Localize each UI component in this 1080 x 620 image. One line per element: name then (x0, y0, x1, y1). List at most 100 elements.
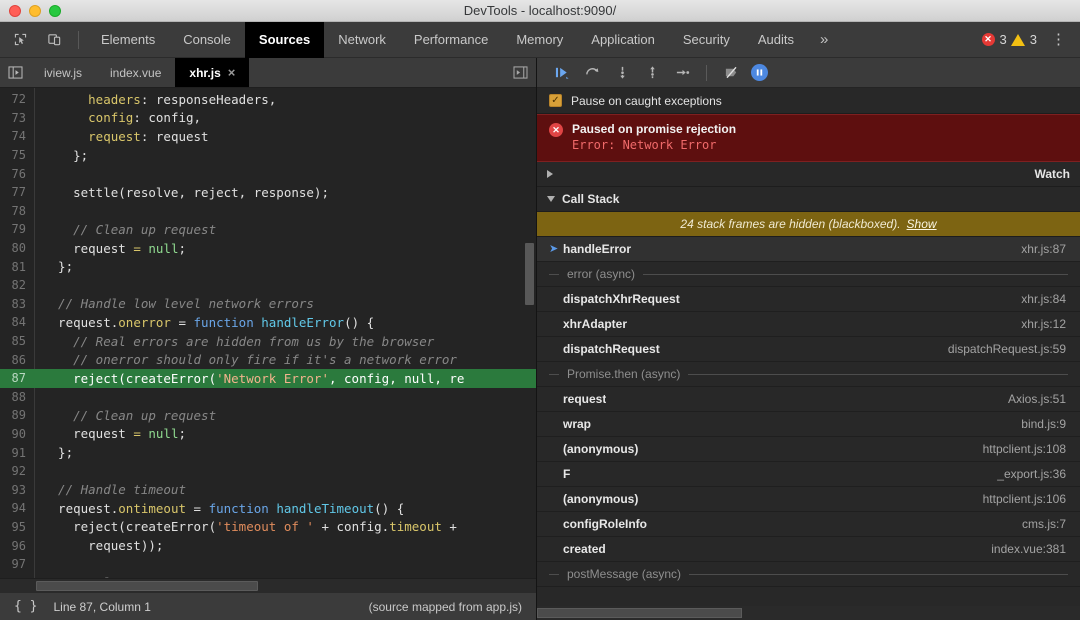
sidebar-horizontal-scrollbar-thumb[interactable] (537, 608, 742, 618)
code-line[interactable]: 72 headers: responseHeaders, (0, 90, 536, 109)
line-number[interactable]: 88 (0, 390, 34, 404)
tab-sources[interactable]: Sources (245, 22, 324, 58)
code-line[interactable]: 90 request = null; (0, 425, 536, 444)
inspect-element-icon[interactable] (6, 27, 34, 53)
tab-security[interactable]: Security (669, 22, 744, 58)
more-tabs-button[interactable]: » (808, 22, 840, 58)
deactivate-breakpoints-icon[interactable] (718, 61, 744, 85)
editor-vertical-scrollbar[interactable] (525, 243, 534, 305)
call-stack-frame[interactable]: dispatchRequestdispatchRequest.js:59 (537, 337, 1080, 362)
line-number[interactable]: 79 (0, 222, 34, 236)
line-number[interactable]: 77 (0, 185, 34, 199)
line-number[interactable]: 80 (0, 241, 34, 255)
code-editor[interactable]: 72 headers: responseHeaders,73 config: c… (0, 88, 536, 578)
line-number[interactable]: 83 (0, 297, 34, 311)
device-toolbar-icon[interactable] (40, 27, 68, 53)
tab-audits[interactable]: Audits (744, 22, 808, 58)
show-navigator-icon[interactable] (0, 58, 30, 87)
code-line[interactable]: 94 request.ontimeout = function handleTi… (0, 499, 536, 518)
step-into-icon[interactable] (609, 61, 635, 85)
line-number[interactable]: 78 (0, 204, 34, 218)
tab-memory[interactable]: Memory (502, 22, 577, 58)
step-icon[interactable] (669, 61, 695, 85)
code-line[interactable]: 87 reject(createError('Network Error', c… (0, 369, 536, 388)
warning-count-badge[interactable]: 3 (1011, 32, 1037, 47)
file-tab-index-vue[interactable]: index.vue (96, 58, 175, 87)
editor-horizontal-scrollbar-track[interactable] (0, 578, 536, 592)
tab-performance[interactable]: Performance (400, 22, 502, 58)
call-stack-frame[interactable]: xhrAdapterxhr.js:12 (537, 312, 1080, 337)
code-line[interactable]: 81 }; (0, 257, 536, 276)
resume-icon[interactable] (549, 61, 575, 85)
file-tab-xhr-js[interactable]: xhr.js × (175, 58, 249, 87)
line-number[interactable]: 76 (0, 167, 34, 181)
call-stack-frame[interactable]: configRoleInfocms.js:7 (537, 512, 1080, 537)
call-stack-frame[interactable]: (anonymous)httpclient.js:106 (537, 487, 1080, 512)
pause-on-exceptions-icon[interactable] (751, 64, 768, 81)
code-line[interactable]: 73 config: config, (0, 109, 536, 128)
code-line[interactable]: 95 reject(createError('timeout of ' + co… (0, 518, 536, 537)
line-number[interactable]: 89 (0, 408, 34, 422)
line-number[interactable]: 81 (0, 260, 34, 274)
call-stack-frame[interactable]: wrapbind.js:9 (537, 412, 1080, 437)
code-line[interactable]: 86 // onerror should only fire if it's a… (0, 350, 536, 369)
line-number[interactable]: 73 (0, 111, 34, 125)
call-stack-frame[interactable]: F_export.js:36 (537, 462, 1080, 487)
show-debugger-icon[interactable] (513, 58, 536, 87)
code-line[interactable]: 80 request = null; (0, 239, 536, 258)
code-line[interactable]: 97 (0, 555, 536, 574)
code-line[interactable]: 83 // Handle low level network errors (0, 295, 536, 314)
section-call-stack[interactable]: Call Stack (537, 187, 1080, 212)
code-line[interactable]: 82 (0, 276, 536, 295)
code-line[interactable]: 79 // Clean up request (0, 220, 536, 239)
close-icon[interactable]: × (228, 65, 236, 80)
line-number[interactable]: 97 (0, 557, 34, 571)
blackbox-show-link[interactable]: Show (907, 217, 937, 231)
error-count-badge[interactable]: ✕ 3 (982, 32, 1007, 47)
call-stack-frame[interactable]: dispatchXhrRequestxhr.js:84 (537, 287, 1080, 312)
line-number[interactable]: 75 (0, 148, 34, 162)
tab-network[interactable]: Network (324, 22, 400, 58)
code-line[interactable]: 75 }; (0, 146, 536, 165)
pretty-print-braces-icon[interactable]: { } (14, 599, 37, 614)
code-line[interactable]: 92 (0, 462, 536, 481)
code-line[interactable]: 84 request.onerror = function handleErro… (0, 313, 536, 332)
line-number[interactable]: 74 (0, 129, 34, 143)
code-line[interactable]: 96 request)); (0, 536, 536, 555)
code-line[interactable]: 76 (0, 164, 536, 183)
line-number[interactable]: 90 (0, 427, 34, 441)
step-over-icon[interactable] (579, 61, 605, 85)
line-number[interactable]: 86 (0, 353, 34, 367)
code-line[interactable]: 88 (0, 388, 536, 407)
kebab-menu-icon[interactable]: ⋮ (1041, 32, 1072, 47)
line-number[interactable]: 84 (0, 315, 34, 329)
tab-console[interactable]: Console (169, 22, 245, 58)
call-stack-frame[interactable]: ➤handleErrorxhr.js:87 (537, 237, 1080, 262)
code-line[interactable]: 91 }; (0, 443, 536, 462)
code-line[interactable]: 93 // Handle timeout (0, 480, 536, 499)
line-number[interactable]: 82 (0, 278, 34, 292)
editor-horizontal-scrollbar-thumb[interactable] (36, 581, 258, 591)
line-number[interactable]: 91 (0, 446, 34, 460)
step-out-icon[interactable] (639, 61, 665, 85)
line-number[interactable]: 95 (0, 520, 34, 534)
code-line[interactable]: 78 (0, 202, 536, 221)
line-number[interactable]: 94 (0, 501, 34, 515)
call-stack-frame[interactable]: createdindex.vue:381 (537, 537, 1080, 562)
code-line[interactable]: 89 // Clean up request (0, 406, 536, 425)
pause-on-caught-exceptions-row[interactable]: ✓ Pause on caught exceptions (537, 88, 1080, 114)
line-number[interactable]: 93 (0, 483, 34, 497)
tab-elements[interactable]: Elements (87, 22, 169, 58)
line-number[interactable]: 96 (0, 539, 34, 553)
line-number[interactable]: 72 (0, 92, 34, 106)
checkbox-checked-icon[interactable]: ✓ (549, 94, 562, 107)
call-stack-frame[interactable]: requestAxios.js:51 (537, 387, 1080, 412)
section-watch[interactable]: Watch (537, 162, 1080, 187)
call-stack-frame[interactable]: (anonymous)httpclient.js:108 (537, 437, 1080, 462)
file-tab-iview-js[interactable]: iview.js (30, 58, 96, 87)
tab-application[interactable]: Application (577, 22, 669, 58)
line-number[interactable]: 92 (0, 464, 34, 478)
code-line[interactable]: 74 request: request (0, 127, 536, 146)
code-line[interactable]: 77 settle(resolve, reject, response); (0, 183, 536, 202)
line-number[interactable]: 87 (0, 371, 34, 385)
